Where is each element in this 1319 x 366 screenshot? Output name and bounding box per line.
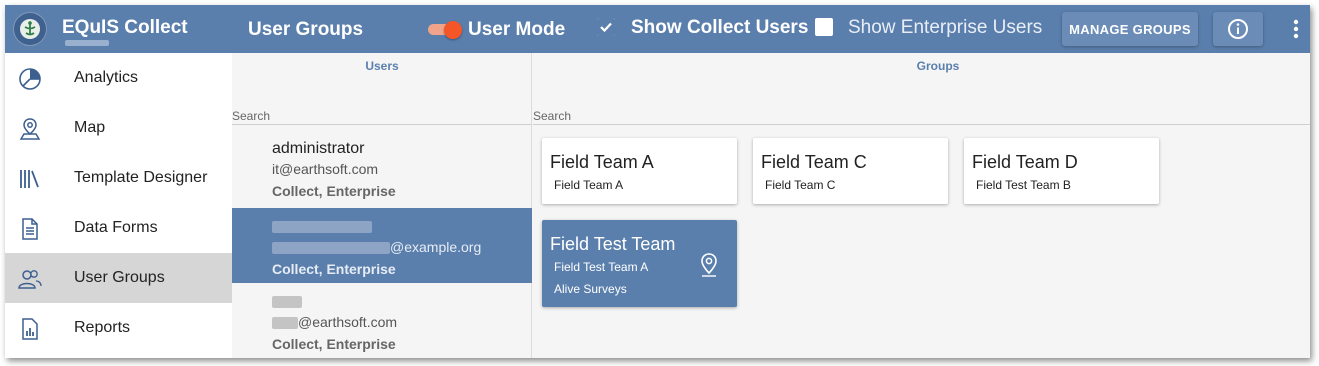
sidebar-nav: Analytics Map Template Designer Data For…: [5, 53, 232, 358]
user-name-redacted: [272, 293, 302, 311]
group-name: Field Test Team: [550, 234, 676, 254]
group-description: Field Team C: [765, 178, 836, 192]
sidebar-item-label: Reports: [74, 319, 131, 336]
show-enterprise-users-label: Show Enterprise Users: [848, 17, 1043, 38]
sidebar-item-label: Template Designer: [74, 169, 208, 186]
sidebar-item-reports[interactable]: Reports: [5, 303, 232, 353]
users-search-label: Search: [232, 109, 271, 123]
analytics-icon: [17, 66, 43, 92]
page-title: User Groups: [248, 19, 364, 40]
show-collect-users-label: Show Collect Users: [631, 17, 809, 38]
top-app-bar: EQuIS Collect User Groups User Mode Show…: [5, 5, 1310, 53]
group-name: Field Team D: [972, 152, 1078, 172]
sidebar-item-label: Map: [74, 119, 106, 136]
library-icon: [17, 166, 43, 192]
user-mode-label: User Mode: [468, 19, 566, 40]
group-description: Field Test Team B: [976, 178, 1071, 192]
user-mode-toggle[interactable]: [428, 21, 462, 39]
users-heading: Users: [365, 59, 399, 73]
location-pin-icon[interactable]: [698, 252, 720, 278]
groups-search-label: Search: [533, 109, 572, 123]
group-name: Field Team C: [761, 152, 867, 172]
info-icon: [1228, 19, 1248, 39]
user-name: administrator: [272, 140, 365, 157]
sidebar-item-map[interactable]: Map: [5, 103, 232, 153]
user-email: it@earthsoft.com: [272, 161, 379, 177]
user-roles: Collect, Enterprise: [272, 336, 396, 352]
group-card[interactable]: Field Team C Field Team C: [753, 138, 948, 204]
group-card-selected[interactable]: Field Test Team Field Test Team A Alive …: [542, 220, 737, 307]
more-menu-button[interactable]: [1288, 17, 1304, 41]
user-list-item-selected[interactable]: @example.org Collect, Enterprise: [232, 208, 532, 283]
sidebar-item-label: User Groups: [74, 269, 165, 286]
group-description: Field Team A: [554, 178, 624, 192]
sidebar-item-label: Analytics: [74, 69, 139, 86]
checkmark-icon: [597, 18, 615, 36]
app-title: EQuIS Collect: [62, 17, 188, 38]
user-list-item[interactable]: administrator it@earthsoft.com Collect, …: [232, 130, 532, 205]
group-description: Field Test Team A: [554, 260, 649, 274]
group-description-secondary: Alive Surveys: [554, 282, 627, 296]
report-icon: [17, 316, 43, 342]
show-collect-users-checkbox[interactable]: [597, 18, 615, 36]
group-card[interactable]: Field Team D Field Test Team B: [964, 138, 1159, 204]
sidebar-item-template-designer[interactable]: Template Designer: [5, 153, 232, 203]
document-icon: [17, 216, 43, 242]
users-search-input[interactable]: [232, 124, 532, 125]
groups-search-input[interactable]: [533, 124, 1310, 125]
map-icon: [17, 116, 43, 142]
sidebar-item-data-forms[interactable]: Data Forms: [5, 203, 232, 253]
group-card[interactable]: Field Team A Field Team A: [542, 138, 737, 204]
user-list-item[interactable]: @earthsoft.com Collect, Enterprise: [232, 283, 532, 358]
groups-heading: Groups: [916, 59, 960, 73]
group-name: Field Team A: [550, 152, 654, 172]
more-vert-icon: [1293, 19, 1299, 39]
user-roles: Collect, Enterprise: [272, 261, 396, 277]
sidebar-item-user-groups[interactable]: User Groups: [5, 253, 232, 303]
users-icon: [17, 266, 43, 292]
sidebar-item-analytics[interactable]: Analytics: [5, 53, 232, 103]
app-subtitle-redacted: [65, 40, 109, 46]
equis-logo-icon[interactable]: [13, 12, 47, 46]
show-enterprise-users-checkbox[interactable]: [815, 18, 833, 36]
info-button[interactable]: [1213, 12, 1263, 46]
sidebar-item-label: Data Forms: [74, 219, 158, 236]
app-window: EQuIS Collect User Groups User Mode Show…: [5, 5, 1310, 358]
users-panel: Users Search administrator it@earthsoft.…: [232, 53, 532, 358]
user-name-redacted: [272, 218, 372, 236]
manage-groups-button[interactable]: MANAGE GROUPS: [1062, 12, 1198, 46]
user-email: @earthsoft.com: [272, 314, 397, 330]
user-email: @example.org: [272, 239, 481, 255]
groups-panel: Groups Search Field Team A Field Team A …: [533, 53, 1310, 358]
user-roles: Collect, Enterprise: [272, 183, 396, 199]
